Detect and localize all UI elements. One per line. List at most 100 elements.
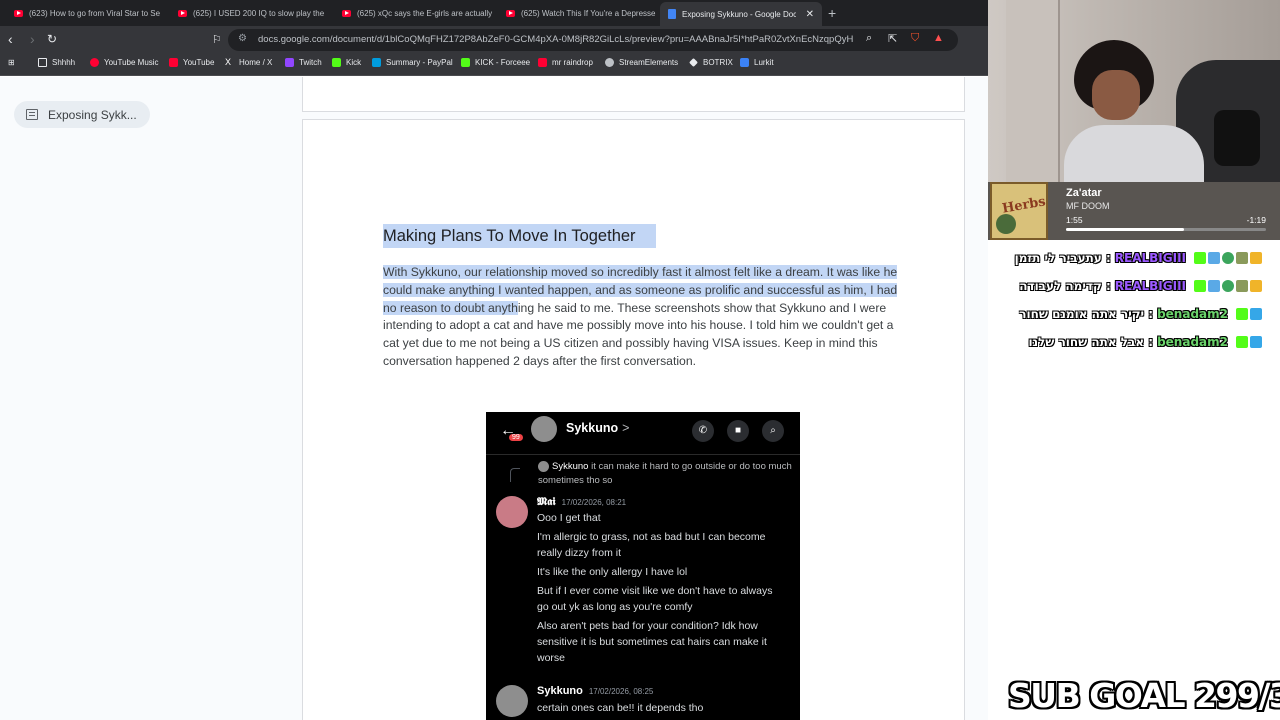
message-line: But if I ever come visit like we don't h… <box>537 585 773 613</box>
share-icon[interactable]: ⇱ <box>888 32 897 45</box>
divider <box>486 454 800 455</box>
tab-active-docs[interactable]: Exposing Sykkuno - Google Doc ✕ <box>660 2 822 26</box>
chat-message: benadam2 : יקיר אתה אומנם שחור <box>988 300 1280 328</box>
bookmark-x[interactable]: X Home / X <box>225 57 272 68</box>
browser-toolbar: ‹ › ↻ ⚐ ⚙ docs.google.com/document/d/1bl… <box>0 26 990 54</box>
google-docs-icon <box>668 9 676 19</box>
youtube-icon <box>342 9 351 17</box>
now-playing-widget: Herbs Za'atar MF DOOM 1:55 -1:19 <box>988 182 1280 240</box>
verified-badge-icon <box>1222 252 1234 264</box>
reply-preview: Sykkuno it can make it hard to go outsid… <box>538 460 792 486</box>
dm-name: Sykkuno > <box>566 421 630 435</box>
paragraph: With Sykkuno, our relationship moved so … <box>383 265 898 368</box>
avatar <box>496 496 528 528</box>
twitch-icon <box>285 58 294 67</box>
document-outline-button[interactable]: Exposing Sykk... <box>14 101 150 128</box>
bookmark-kick[interactable]: Kick <box>332 58 361 67</box>
progress-fill <box>1066 228 1184 231</box>
crown-badge-icon <box>1250 252 1262 264</box>
paypal-icon <box>372 58 381 67</box>
chat-message: benadam2 : אבל אתה שחור שלנו <box>988 328 1280 356</box>
crown-badge-icon <box>1250 280 1262 292</box>
brave-shield-icon[interactable]: ⛉ <box>911 32 919 45</box>
apps-icon[interactable]: ⊞ <box>8 58 15 67</box>
album-art: Herbs <box>990 182 1048 240</box>
progress-bar <box>1066 228 1266 231</box>
tab-strip: (623) How to go from Viral Star to Se (6… <box>0 0 990 26</box>
botrix-icon <box>689 58 698 67</box>
address-bar[interactable]: ⚙ docs.google.com/document/d/1blCoQMqFHZ… <box>228 29 958 51</box>
message-line: It's like the only allergy I have lol <box>537 566 688 578</box>
elapsed-time: 1:55 <box>1066 215 1083 225</box>
chat-message: REALBIGIII : עתעביר לי תזמן <box>988 244 1280 272</box>
new-tab-button[interactable]: + <box>828 5 836 21</box>
tab-4[interactable]: (625) Watch This If You're a Depresse <box>498 2 658 24</box>
bookmark-botrix[interactable]: BOTRIX <box>689 58 733 67</box>
chat-overlay: REALBIGIII : עתעביר לי תזמן REALBIGIII :… <box>988 244 1280 356</box>
chat-badges <box>1234 308 1262 320</box>
sub-goal-counter: SUB GOAL 299/300 <box>1008 676 1280 715</box>
youtube-icon <box>506 9 515 17</box>
message-line: certain ones can be!! it depends tho <box>537 702 704 714</box>
kick-badge-icon <box>1236 308 1248 320</box>
sub-badge-icon <box>1208 280 1220 292</box>
bookmark-shhhh[interactable]: Shhhh <box>38 58 75 67</box>
section-heading: Making Plans To Move In Together <box>383 224 656 248</box>
bookmark-paypal[interactable]: Summary - PayPal <box>372 58 453 67</box>
lurkit-icon <box>740 58 749 67</box>
kick-badge-icon <box>1194 280 1206 292</box>
streamelements-icon <box>605 58 614 67</box>
youtube-icon <box>169 58 178 67</box>
chat-badges <box>1192 252 1262 264</box>
reply-connector <box>510 468 520 482</box>
forward-icon[interactable]: › <box>30 31 35 47</box>
bookmark-lurkit[interactable]: Lurkit <box>740 58 774 67</box>
bookmark-youtube-music[interactable]: YouTube Music <box>90 58 159 67</box>
bookmark-youtube[interactable]: YouTube <box>169 58 214 67</box>
reload-icon[interactable]: ↻ <box>47 32 57 46</box>
avatar <box>531 416 557 442</box>
tab-3[interactable]: (625) xQc says the E-girls are actually <box>334 2 496 24</box>
docs-viewer: Exposing Sykk... Making Plans To Move In… <box>0 77 990 720</box>
search-icon: ⌕ <box>762 420 784 442</box>
message-author: Sykkuno 17/02/2026, 08:25 <box>537 685 654 697</box>
bookmark-twitch[interactable]: Twitch <box>285 58 322 67</box>
site-info-icon[interactable]: ⚙ <box>238 33 247 44</box>
message-author: 𝕸𝖆𝖎 17/02/2026, 08:21 <box>537 496 627 508</box>
sub-badge-icon <box>1250 336 1262 348</box>
previous-page <box>302 77 965 112</box>
back-icon[interactable]: ‹ <box>8 31 13 47</box>
close-tab-icon[interactable]: ✕ <box>806 9 814 20</box>
avatar <box>538 460 549 472</box>
youtube-icon <box>178 9 187 17</box>
chat-badges <box>1234 336 1262 348</box>
streamer <box>1064 40 1260 182</box>
tab-2[interactable]: (625) I USED 200 IQ to slow play the <box>170 2 332 24</box>
verified-badge-icon <box>1222 280 1234 292</box>
microphone <box>1214 110 1260 166</box>
outline-icon <box>26 109 38 120</box>
youtube-icon <box>538 58 547 67</box>
kick-icon <box>332 58 341 67</box>
chat-message: REALBIGIII : קדימה לעבודה <box>988 272 1280 300</box>
bookmark-streamelements[interactable]: StreamElements <box>605 58 678 67</box>
bookmark-icon[interactable]: ⚐ <box>212 33 222 46</box>
zoom-icon[interactable]: ⌕ <box>866 32 872 45</box>
dm-header: ← 99 Sykkuno > ✆ ■ ⌕ <box>486 412 800 454</box>
bookmarks-bar: ⊞ Shhhh YouTube Music YouTube X Home / X … <box>0 54 990 76</box>
folder-icon <box>38 58 47 67</box>
kick-icon <box>461 58 470 67</box>
sub-badge-icon <box>1250 308 1262 320</box>
brave-rewards-icon[interactable]: ▲ <box>933 32 944 44</box>
avatar <box>496 685 528 717</box>
tab-1[interactable]: (623) How to go from Viral Star to Se <box>6 2 166 24</box>
bookmark-mr-raindrop[interactable]: mr raindrop <box>538 58 593 67</box>
phone-icon: ✆ <box>692 420 714 442</box>
x-logo-icon: X <box>225 57 232 67</box>
chat-badges <box>1192 280 1262 292</box>
bookmark-kick-forceee[interactable]: KICK - Forceee <box>461 58 530 67</box>
screen: (623) How to go from Viral Star to Se (6… <box>0 0 1280 720</box>
message-line: Ooo I get that <box>537 512 601 524</box>
track-title: Za'atar <box>1066 187 1102 199</box>
discord-screenshot: ← 99 Sykkuno > ✆ ■ ⌕ Sykkuno it can make … <box>486 412 800 720</box>
